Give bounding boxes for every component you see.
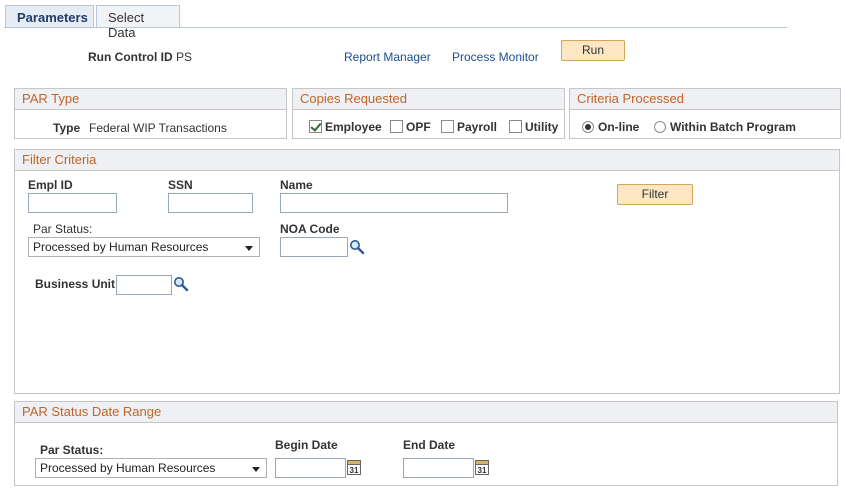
noa-code-label: NOA Code <box>280 222 340 236</box>
end-date-input[interactable] <box>403 458 474 478</box>
online-radio-row[interactable]: On-line <box>582 120 639 134</box>
name-label: Name <box>280 178 313 192</box>
noa-code-input[interactable] <box>280 237 348 257</box>
within-batch-label: Within Batch Program <box>670 120 796 134</box>
filter-criteria-title: Filter Criteria <box>15 150 839 171</box>
employee-checkbox[interactable] <box>309 120 322 133</box>
par-status-select[interactable]: Processed by Human Resources <box>28 237 260 257</box>
date-range-par-status-select[interactable]: Processed by Human Resources <box>35 458 267 478</box>
process-monitor-link[interactable]: Process Monitor <box>452 50 539 64</box>
utility-checkbox[interactable] <box>509 120 522 133</box>
calendar-day-text: 31 <box>478 466 487 475</box>
chevron-down-icon <box>252 467 260 472</box>
par-status-value: Processed by Human Resources <box>33 240 209 254</box>
payroll-label: Payroll <box>457 120 498 134</box>
business-unit-input[interactable] <box>116 275 172 295</box>
copies-requested-group: Copies Requested Employee OPF Payroll Ut… <box>292 88 565 139</box>
tab-select-data[interactable]: Select Data <box>96 5 180 40</box>
online-label: On-line <box>598 120 640 134</box>
run-control-id-value: PS <box>176 50 193 64</box>
par-type-title: PAR Type <box>15 89 286 110</box>
copies-requested-title: Copies Requested <box>293 89 564 110</box>
utility-checkbox-row[interactable]: Utility <box>509 120 558 134</box>
par-status-date-range-title: PAR Status Date Range <box>15 402 837 423</box>
par-type-group: PAR Type Type Federal WIP Transactions <box>14 88 287 139</box>
calendar-day-text: 31 <box>350 466 359 475</box>
tab-parameters-label: Parameters <box>17 10 88 25</box>
date-range-par-status-value: Processed by Human Resources <box>40 461 216 475</box>
tab-parameters[interactable]: Parameters <box>5 5 94 28</box>
within-batch-radio[interactable] <box>654 121 666 133</box>
business-unit-label: Business Unit <box>35 277 116 291</box>
opf-checkbox[interactable] <box>390 120 403 133</box>
ssn-input[interactable] <box>168 193 253 213</box>
empl-id-input[interactable] <box>28 193 117 213</box>
begin-date-input[interactable] <box>275 458 346 478</box>
calendar-icon[interactable]: 31 <box>475 459 489 475</box>
search-icon[interactable] <box>173 276 189 292</box>
par-type-value: Federal WIP Transactions <box>89 121 227 135</box>
begin-date-label: Begin Date <box>275 438 338 452</box>
run-button[interactable]: Run <box>561 40 625 61</box>
within-batch-radio-row[interactable]: Within Batch Program <box>654 120 796 134</box>
online-radio[interactable] <box>582 121 594 133</box>
name-input[interactable] <box>280 193 508 213</box>
end-date-label: End Date <box>403 438 456 452</box>
date-range-par-status-label: Par Status: <box>40 443 104 457</box>
search-icon[interactable] <box>349 239 365 255</box>
payroll-checkbox[interactable] <box>441 120 454 133</box>
run-control-id-label: Run Control ID <box>88 50 173 64</box>
tab-divider <box>4 27 787 28</box>
employee-label: Employee <box>325 120 382 134</box>
opf-label: OPF <box>406 120 431 134</box>
criteria-processed-group: Criteria Processed On-line Within Batch … <box>569 88 841 139</box>
employee-checkbox-row[interactable]: Employee <box>309 120 382 134</box>
chevron-down-icon <box>245 246 253 251</box>
report-manager-link[interactable]: Report Manager <box>344 50 431 64</box>
ssn-label: SSN <box>168 178 193 192</box>
par-type-label: Type <box>53 121 81 135</box>
par-status-label: Par Status: <box>33 222 93 236</box>
filter-criteria-group: Filter Criteria <box>14 149 840 394</box>
tab-select-data-label: Select Data <box>108 10 145 40</box>
filter-button[interactable]: Filter <box>617 184 693 205</box>
payroll-checkbox-row[interactable]: Payroll <box>441 120 497 134</box>
empl-id-label: Empl ID <box>28 178 73 192</box>
criteria-processed-title: Criteria Processed <box>570 89 840 110</box>
opf-checkbox-row[interactable]: OPF <box>390 120 431 134</box>
utility-label: Utility <box>525 120 559 134</box>
calendar-icon[interactable]: 31 <box>347 459 361 475</box>
